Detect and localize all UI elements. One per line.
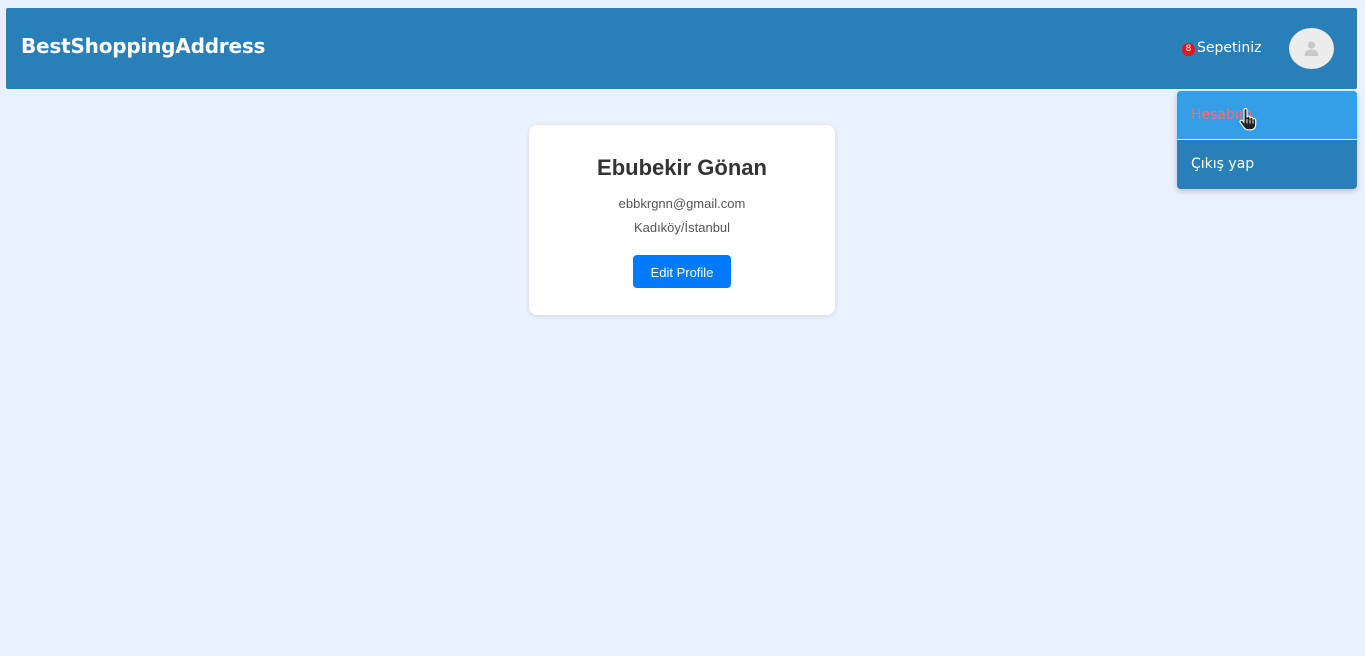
cart-label: Sepetiniz	[1197, 40, 1262, 56]
menu-item-logout[interactable]: Çıkış yap	[1177, 140, 1357, 189]
top-navbar: BestShoppingAddress 8 Sepetiniz	[6, 8, 1357, 89]
user-avatar-icon	[1304, 41, 1319, 56]
cart-link[interactable]: 8 Sepetiniz	[1182, 39, 1262, 57]
profile-location: Kadıköy/İstanbul	[633, 220, 731, 235]
brand-logo-link[interactable]: BestShoppingAddress	[21, 34, 265, 58]
profile-card: Ebubekir Gönan ebbkrgnn@gmail.com Kadıkö…	[529, 125, 835, 315]
profile-name: Ebubekir Gönan	[597, 155, 767, 180]
profile-email: ebbkrgnn@gmail.com	[618, 196, 746, 211]
user-avatar-button[interactable]	[1289, 28, 1334, 69]
menu-item-account[interactable]: Hesabım	[1177, 91, 1357, 140]
cart-count-badge: 8	[1182, 42, 1195, 56]
account-dropdown-menu: Hesabım Çıkış yap	[1177, 91, 1357, 189]
edit-profile-button[interactable]: Edit Profile	[633, 255, 731, 288]
